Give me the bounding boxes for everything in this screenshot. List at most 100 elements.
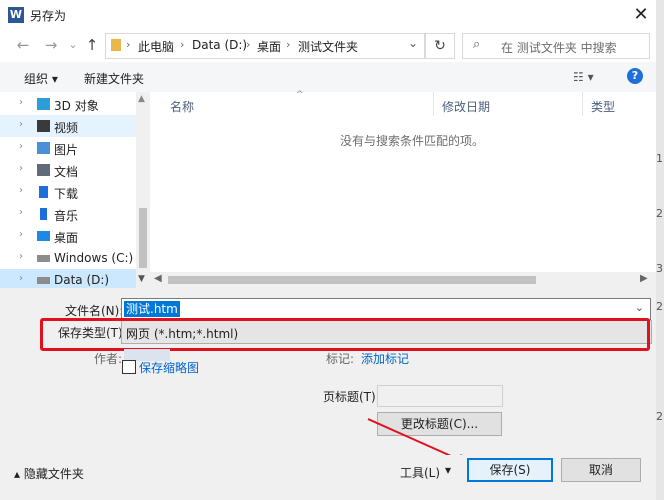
scroll-right-icon[interactable]: ▶ <box>640 273 648 284</box>
refresh-button[interactable]: ↻ <box>425 33 455 59</box>
sidebar-item-label: 音乐 <box>54 209 79 223</box>
background-digit: 1 <box>656 152 663 165</box>
chevron-right-icon[interactable]: › <box>19 141 23 152</box>
tags-label: 标记: <box>326 352 355 366</box>
chevron-right-icon[interactable]: › <box>19 119 23 130</box>
sidebar-item-3d-objects[interactable]: › 3D 对象 <box>0 93 136 115</box>
search-icon: ⌕ <box>473 37 481 52</box>
filename-input[interactable]: 测试.htm ⌄ <box>121 298 651 320</box>
column-header-type[interactable]: 类型 <box>591 98 615 115</box>
document-icon <box>37 164 50 176</box>
tools-menu[interactable]: 工具(L) <box>400 464 440 481</box>
navigation-pane-scrollbar[interactable]: ▲ ▼ <box>136 92 150 288</box>
close-button[interactable]: ✕ <box>628 2 654 28</box>
sidebar-item-label: Windows (C:) <box>54 251 134 265</box>
chevron-right-icon[interactable]: › <box>19 97 23 108</box>
column-divider[interactable] <box>433 92 434 116</box>
chevron-right-icon[interactable]: › <box>19 207 23 218</box>
sidebar-item-label: 图片 <box>54 143 79 157</box>
empty-list-message: 没有与搜索条件匹配的项。 <box>340 134 485 148</box>
sidebar-item-windows-c[interactable]: › Windows (C:) <box>0 247 136 269</box>
search-placeholder: 在 测试文件夹 中搜索 <box>501 41 617 55</box>
breadcrumb-test-folder[interactable]: 测试文件夹 <box>298 38 358 55</box>
breadcrumb-this-pc[interactable]: 此电脑 <box>138 38 174 55</box>
breadcrumb-separator: › <box>180 38 185 51</box>
scroll-left-icon[interactable]: ◀ <box>154 273 162 284</box>
sidebar-item-label: 文档 <box>54 165 79 179</box>
cube-icon <box>37 98 50 110</box>
chevron-down-icon[interactable]: ⌄ <box>635 301 644 314</box>
column-header-modified[interactable]: 修改日期 <box>442 98 490 115</box>
save-thumbnail-label[interactable]: 保存缩略图 <box>139 359 199 376</box>
sidebar-item-downloads[interactable]: › 下载 <box>0 181 136 203</box>
author-label: 作者: <box>94 352 123 366</box>
chevron-right-icon[interactable]: › <box>19 185 23 196</box>
sidebar-item-documents[interactable]: › 文档 <box>0 159 136 181</box>
sidebar-item-label: 桌面 <box>54 231 79 245</box>
breadcrumb-data-drive[interactable]: Data (D:) <box>192 38 247 52</box>
back-button[interactable]: ← <box>12 34 34 56</box>
breadcrumb-desktop[interactable]: 桌面 <box>257 38 281 55</box>
address-bar[interactable]: › 此电脑 › Data (D:) › 桌面 › 测试文件夹 ⌄ <box>105 33 425 59</box>
background-digit: 2 <box>656 300 663 313</box>
hide-folders-toggle[interactable]: ▴ 隐藏文件夹 <box>14 465 84 482</box>
view-options-icon[interactable]: ☷ ▾ <box>573 70 594 84</box>
background-digit: 3 <box>656 262 663 275</box>
chevron-right-icon[interactable]: › <box>19 251 23 262</box>
sidebar-item-videos[interactable]: › 视频 <box>0 115 136 137</box>
sidebar-item-data-d[interactable]: › Data (D:) <box>0 269 136 288</box>
dialog-footer: ▴ 隐藏文件夹 工具(L) ▾ 保存(S) 取消 <box>0 455 656 500</box>
filename-value[interactable]: 测试.htm <box>124 301 180 317</box>
search-box[interactable]: ⌕ 在 测试文件夹 中搜索 <box>462 33 650 59</box>
column-divider[interactable] <box>582 92 583 116</box>
file-list: ^ 名称 修改日期 类型 没有与搜索条件匹配的项。 ◀ ▶ <box>150 90 656 288</box>
sort-ascending-icon: ^ <box>296 90 304 100</box>
background-digit: 2 <box>656 410 663 423</box>
word-app-icon: W <box>8 7 24 23</box>
help-icon[interactable]: ? <box>627 68 643 84</box>
scroll-up-icon[interactable]: ▲ <box>138 94 145 104</box>
background-window: 1 2 3 2 2 <box>656 0 664 500</box>
cancel-button[interactable]: 取消 <box>561 458 641 482</box>
desktop-icon <box>37 231 50 241</box>
sidebar-item-music[interactable]: › 音乐 <box>0 203 136 225</box>
scrollbar-thumb[interactable] <box>168 276 536 284</box>
page-title-label: 页标题(T): <box>323 390 380 404</box>
new-folder-button[interactable]: 新建文件夹 <box>84 70 144 87</box>
breadcrumb-separator: › <box>126 38 131 51</box>
title-bar: W 另存为 ✕ <box>0 0 656 30</box>
column-header-name[interactable]: 名称 <box>170 98 194 115</box>
save-button[interactable]: 保存(S) <box>467 458 553 482</box>
breadcrumb-separator: › <box>286 38 291 51</box>
scroll-down-icon[interactable]: ▼ <box>138 274 145 284</box>
sidebar-item-pictures[interactable]: › 图片 <box>0 137 136 159</box>
sidebar-item-desktop[interactable]: › 桌面 <box>0 225 136 247</box>
sidebar-item-label: Data (D:) <box>54 273 110 287</box>
chevron-right-icon[interactable]: › <box>19 229 23 240</box>
sidebar-item-label: 下载 <box>54 187 79 201</box>
drive-icon <box>37 277 50 284</box>
page-title-field <box>377 385 503 407</box>
download-icon <box>39 186 48 198</box>
breadcrumb-separator: › <box>246 38 251 51</box>
filename-label: 文件名(N): <box>65 304 124 318</box>
navigation-pane: › 3D 对象 › 视频 › 图片 › 文档 › 下载 › 音乐 › 桌面 › … <box>0 92 150 288</box>
forward-button[interactable]: → <box>40 34 62 56</box>
red-highlight-box <box>40 318 650 351</box>
up-button[interactable]: ↑ <box>81 34 103 56</box>
scrollbar-thumb[interactable] <box>139 208 147 268</box>
organize-menu[interactable]: 组织 ▾ <box>24 70 58 87</box>
navigation-bar: ← → ⌄ ↑ › 此电脑 › Data (D:) › 桌面 › 测试文件夹 ⌄… <box>0 30 656 62</box>
address-dropdown-icon[interactable]: ⌄ <box>408 36 418 50</box>
music-icon <box>40 208 47 220</box>
save-thumbnail-checkbox[interactable] <box>122 360 136 374</box>
tools-dropdown-icon[interactable]: ▾ <box>445 463 451 477</box>
window-title: 另存为 <box>30 9 67 23</box>
drive-icon <box>37 255 50 262</box>
folder-icon <box>111 39 121 51</box>
sidebar-item-label: 视频 <box>54 121 79 135</box>
add-tag-link[interactable]: 添加标记 <box>361 350 409 367</box>
chevron-right-icon[interactable]: › <box>19 273 23 284</box>
chevron-right-icon[interactable]: › <box>19 163 23 174</box>
file-list-horizontal-scrollbar[interactable]: ◀ ▶ <box>150 272 656 288</box>
